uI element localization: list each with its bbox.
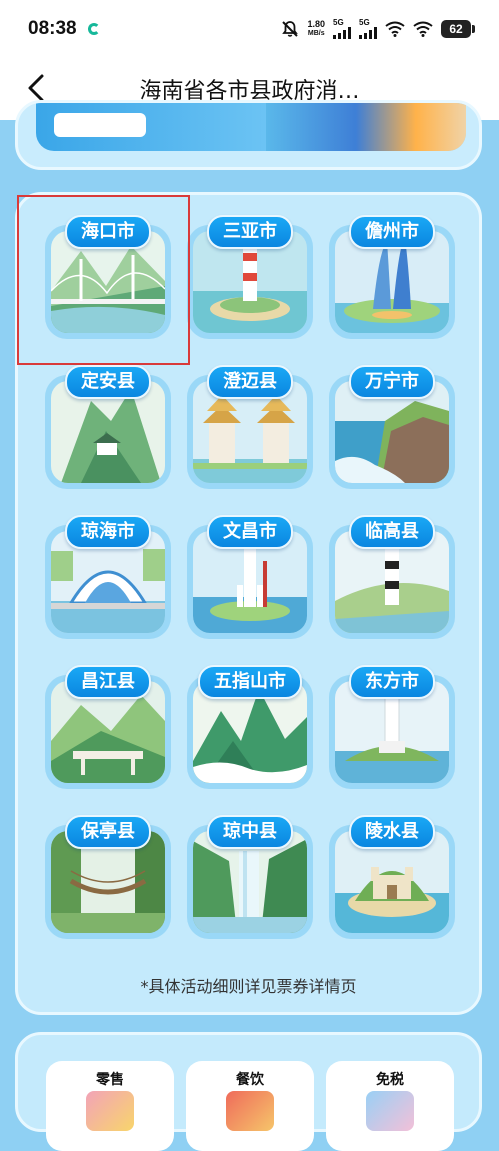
city-label: 保亭县 [65,815,151,849]
city-label: 琼中县 [207,815,293,849]
city-tile[interactable]: 东方市 [329,665,455,789]
city-tile[interactable]: 澄迈县 [187,365,313,489]
city-tile[interactable]: 琼中县 [187,815,313,939]
city-tile[interactable]: 三亚市 [187,215,313,339]
city-tile[interactable]: 保亭县 [45,815,171,939]
city-label: 陵水县 [349,815,435,849]
status-icons: 1.80 MB/s 5G 5G 62 [281,17,475,41]
shopping-bag-icon [86,1091,134,1131]
city-tile[interactable]: 万宁市 [329,365,455,489]
signal-bars-icon [333,27,351,39]
city-label: 文昌市 [207,515,293,549]
city-tile[interactable]: 儋州市 [329,215,455,339]
city-label: 儋州市 [349,215,435,249]
city-tile[interactable]: 五指山市 [187,665,313,789]
battery-level: 62 [449,22,463,36]
city-tile[interactable]: 定安县 [45,365,171,489]
city-label: 三亚市 [207,215,293,249]
net-speed-unit: MB/s [307,30,325,37]
category-label: 免税 [376,1072,404,1088]
battery-icon: 62 [441,20,475,38]
wifi-icon [385,21,405,37]
city-label: 琼海市 [65,515,151,549]
mute-bell-icon [282,21,299,37]
signal-sim2: 5G [359,19,377,39]
city-tile[interactable]: 临高县 [329,515,455,639]
status-bar: 08:38 1.80 MB/s 5G 5G 62 [0,0,499,58]
status-time: 08:38 [28,18,77,39]
signal-sim1-type: 5G [333,18,344,27]
wifi-icon [413,21,433,37]
city-tile[interactable]: 陵水县 [329,815,455,939]
city-label: 定安县 [65,365,151,399]
gift-icon [366,1091,414,1131]
city-label: 万宁市 [349,365,435,399]
net-speed-value: 1.80 [307,19,325,29]
category-dutyfree[interactable]: 免税 [326,1061,454,1151]
category-retail[interactable]: 零售 [46,1061,174,1151]
city-label: 东方市 [349,665,435,699]
city-tile[interactable]: 琼海市 [45,515,171,639]
food-icon [226,1091,274,1131]
city-label: 海口市 [65,215,151,249]
city-tile[interactable]: 文昌市 [187,515,313,639]
signal-sim1: 5G [333,19,351,39]
category-card: 零售 餐饮 免税 [15,1032,482,1151]
net-speed: 1.80 MB/s [307,20,325,38]
city-label: 昌江县 [65,665,151,699]
promo-banner-art [266,103,466,151]
chevron-left-icon [28,74,44,102]
signal-bars-icon [359,27,377,39]
promo-banner[interactable] [36,103,466,151]
city-tile[interactable]: 昌江县 [45,665,171,789]
promo-card [15,100,482,170]
category-label: 零售 [96,1072,124,1088]
sync-icon [88,23,100,35]
city-label: 临高县 [349,515,435,549]
footnote: *具体活动细则详见票券详情页 [140,977,357,996]
category-dining[interactable]: 餐饮 [186,1061,314,1151]
city-label: 五指山市 [198,665,302,699]
city-label: 澄迈县 [207,365,293,399]
signal-sim2-type: 5G [359,18,370,27]
category-label: 餐饮 [236,1072,264,1088]
promo-banner-button[interactable] [54,113,146,137]
